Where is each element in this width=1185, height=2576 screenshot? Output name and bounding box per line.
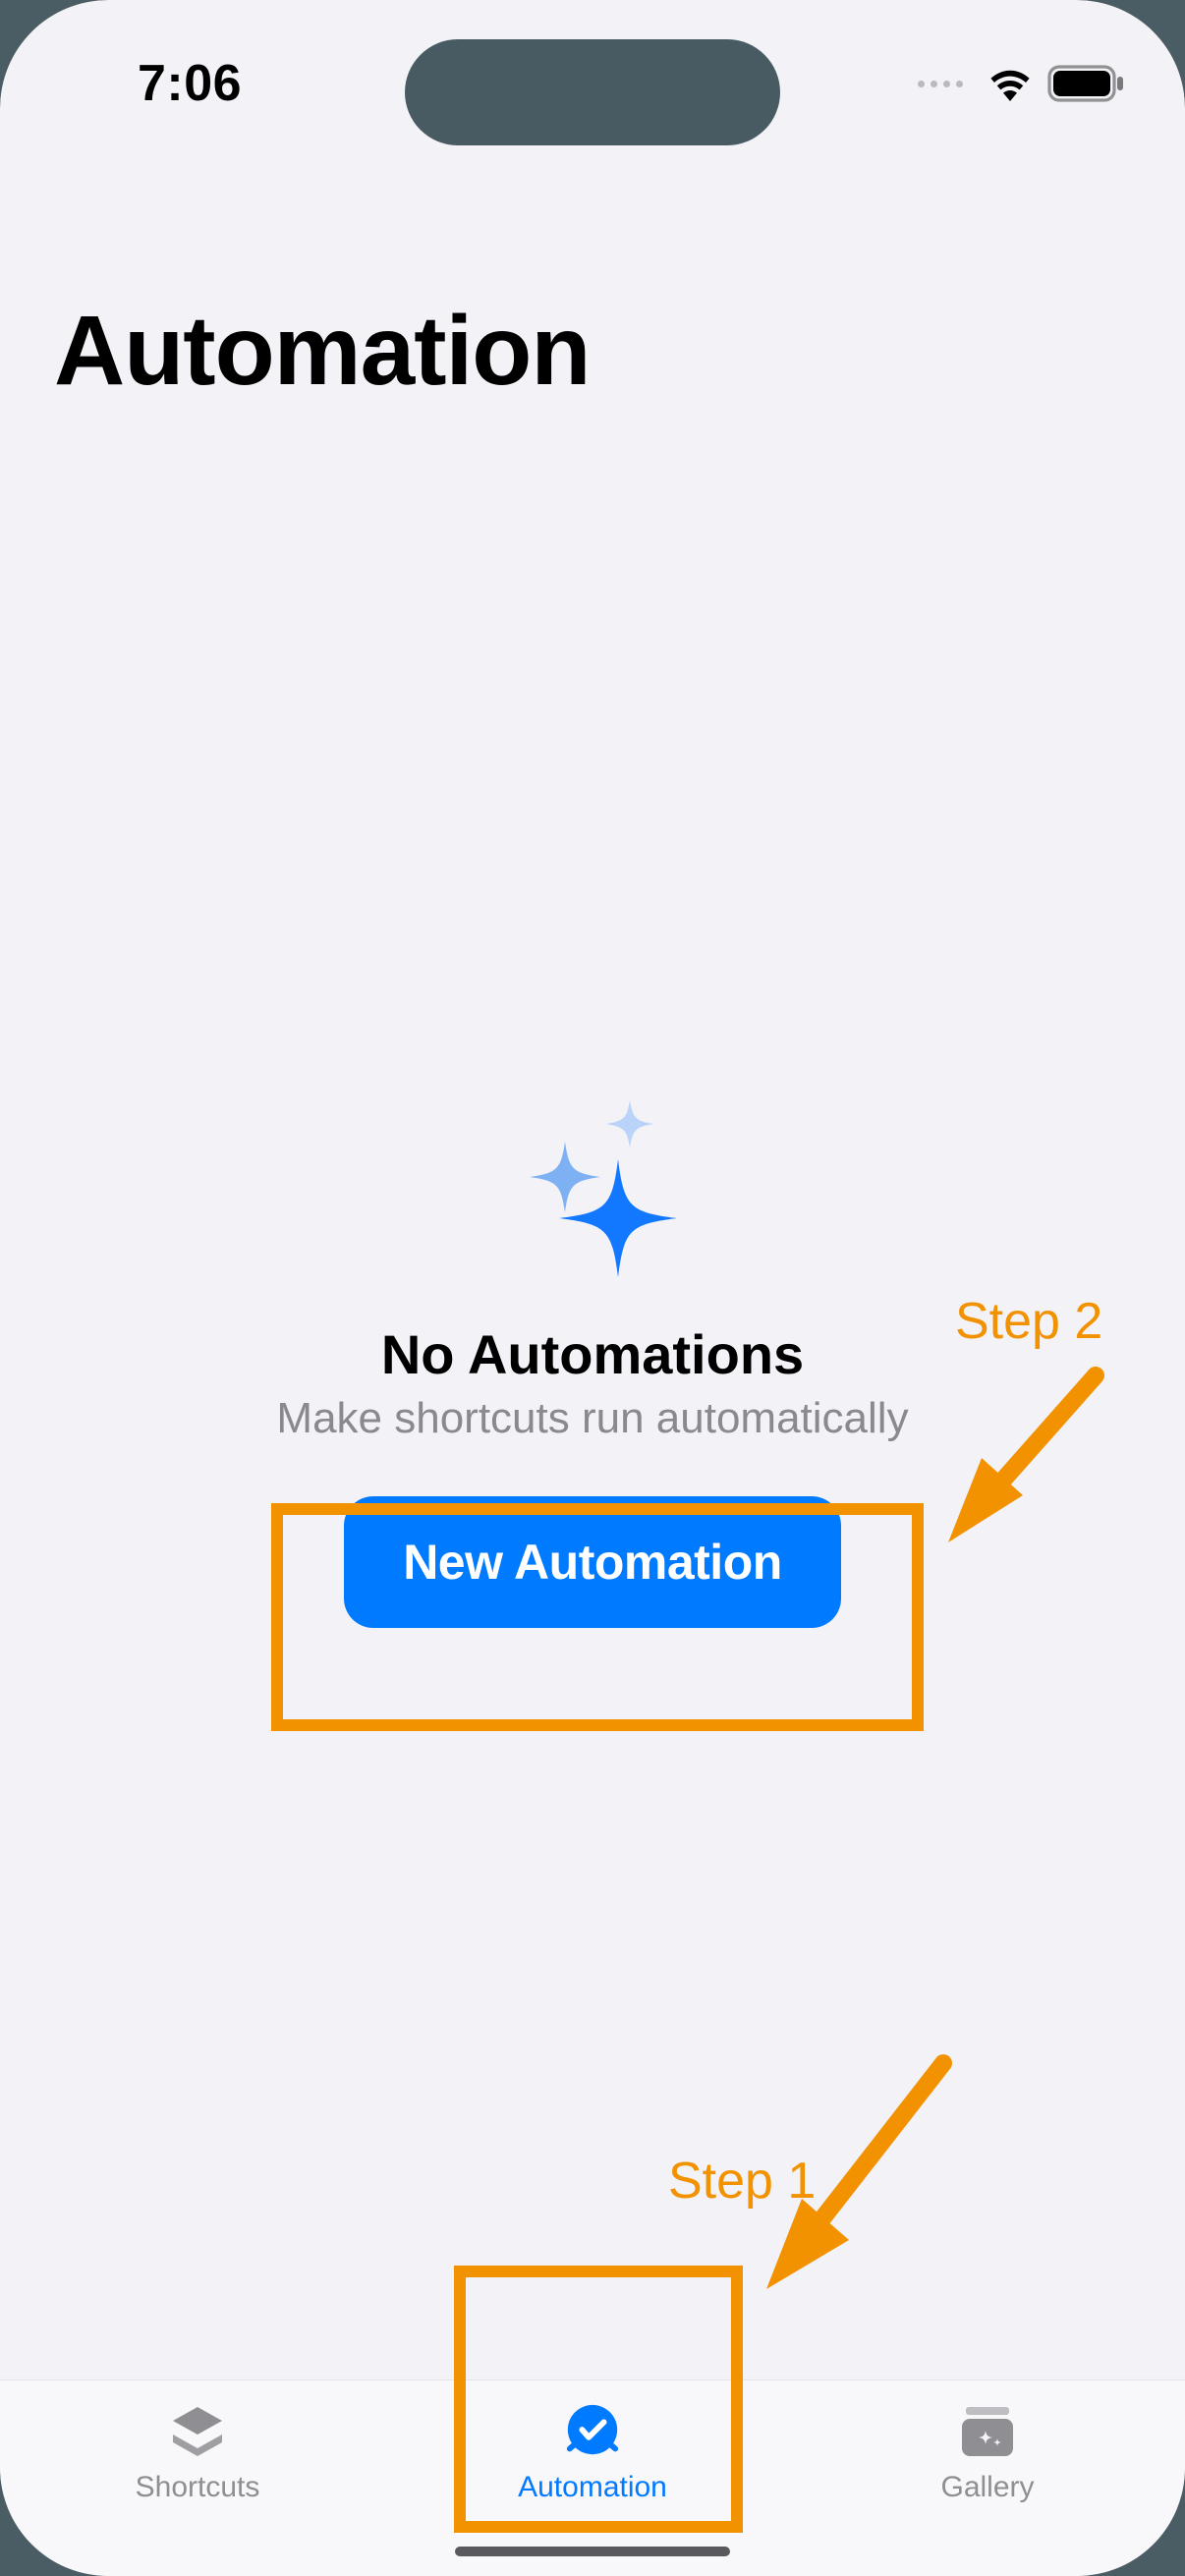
status-time: 7:06 [59,34,242,113]
wifi-icon [987,66,1034,101]
shortcuts-icon [168,2402,227,2461]
tab-automation-label: Automation [518,2471,667,2504]
tab-shortcuts[interactable]: Shortcuts [70,2402,325,2504]
tab-automation[interactable]: Automation [465,2402,720,2504]
annotation-label-step1: Step 1 [668,2152,816,2211]
dynamic-island [405,39,780,145]
cellular-dots-icon [918,81,963,87]
empty-state-title: No Automations [381,1322,804,1386]
status-right [918,45,1126,102]
sparkle-icon [504,1091,681,1287]
automation-icon [563,2402,622,2461]
page-title: Automation [54,295,590,408]
tab-shortcuts-label: Shortcuts [136,2471,260,2504]
tab-gallery[interactable]: Gallery [860,2402,1115,2504]
tab-gallery-label: Gallery [940,2471,1034,2504]
empty-state-subtitle: Make shortcuts run automatically [276,1394,908,1443]
phone-screen: 7:06 [0,0,1185,2576]
empty-state: No Automations Make shortcuts run automa… [0,1091,1185,1628]
gallery-icon [958,2402,1017,2461]
new-automation-button[interactable]: New Automation [344,1496,841,1628]
device-frame: 7:06 [0,0,1185,2576]
arrow-icon [747,2044,963,2299]
home-indicator [455,2547,730,2556]
battery-icon [1047,65,1126,102]
